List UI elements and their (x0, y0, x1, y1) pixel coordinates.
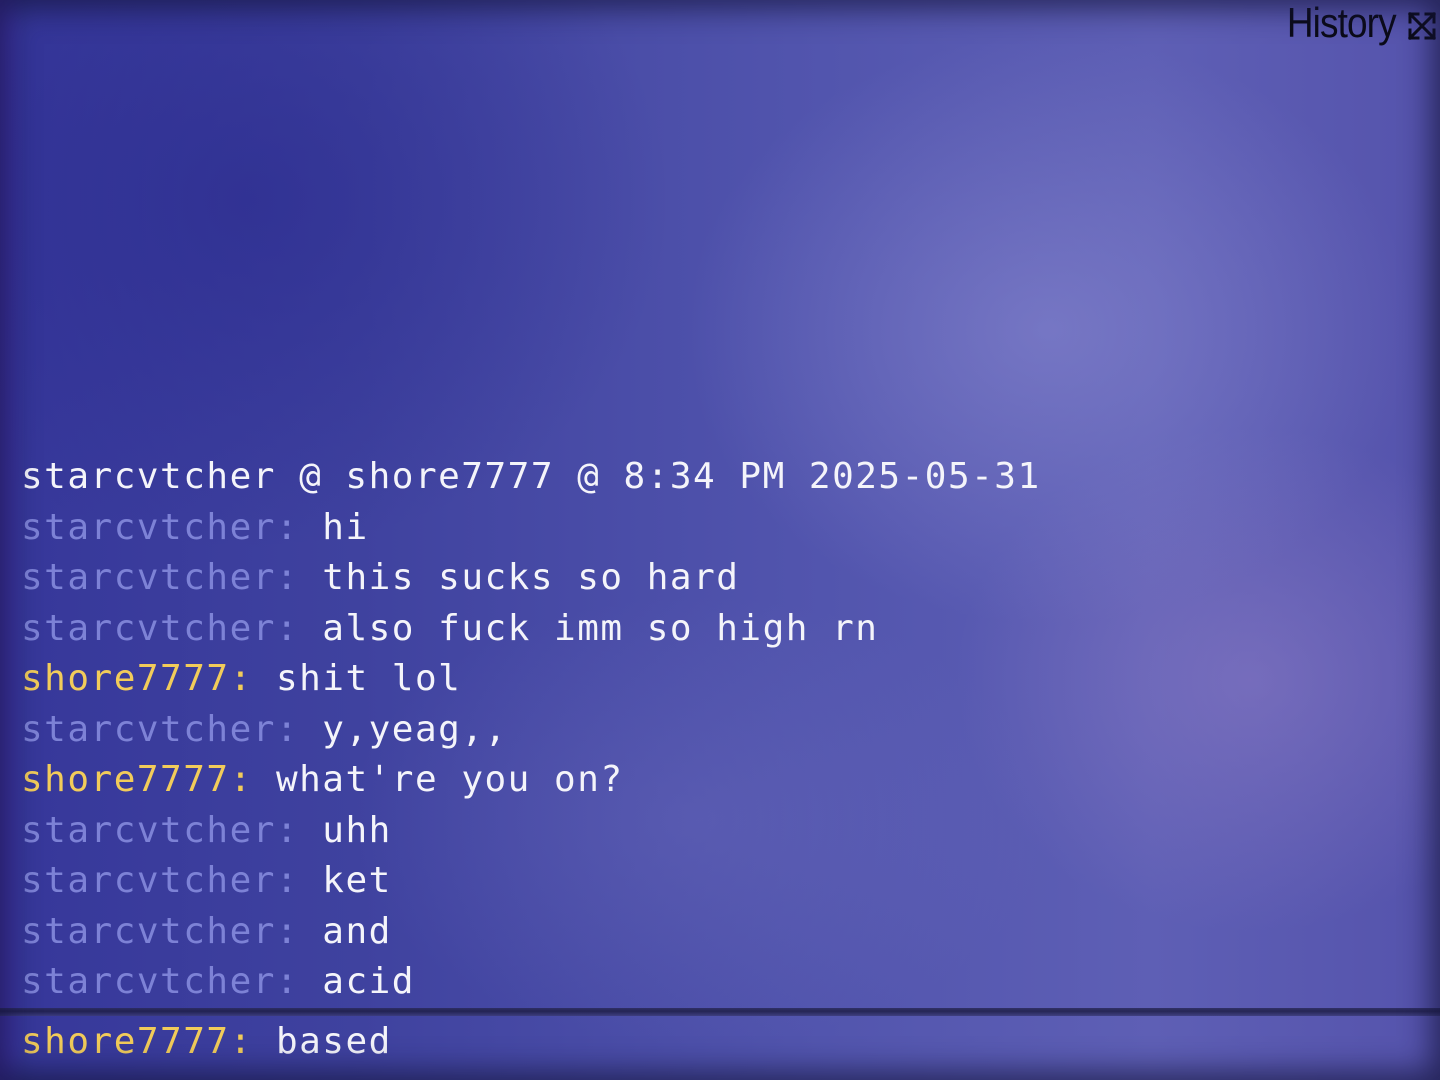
chat-message: starcvtcher: uhh (21, 806, 1420, 857)
message-text: what're you on? (275, 759, 624, 800)
chat-log: starcvtcher @ shore7777 @ 8:34 PM 2025-0… (21, 452, 1420, 1008)
message-username: starcvtcher: (21, 557, 300, 598)
message-text: ket (322, 860, 392, 901)
message-text: uhh (322, 809, 392, 851)
message-text: and (322, 910, 392, 952)
message-username: starcvtcher: (21, 607, 300, 649)
chat-input[interactable]: shore7777: based (21, 1016, 1420, 1068)
message-username: shore7777: (21, 658, 253, 699)
chat-message: starcvtcher: hi (21, 503, 1420, 554)
expand-icon[interactable] (1406, 10, 1438, 42)
chat-message: shore7777: shit lol (21, 654, 1420, 705)
chat-message: shore7777: what're you on? (21, 755, 1420, 806)
message-username: starcvtcher: (21, 809, 300, 851)
message-username: starcvtcher: (21, 910, 300, 952)
message-username: shore7777: (21, 759, 253, 800)
message-text: also fuck imm so high rn (322, 607, 879, 649)
chat-message: starcvtcher: and (21, 907, 1420, 958)
message-username: starcvtcher: (21, 961, 300, 1002)
message-username: starcvtcher: (21, 708, 300, 750)
input-username: shore7777: (21, 1021, 253, 1062)
message-username: starcvtcher: (21, 506, 300, 548)
chat-message: starcvtcher: also fuck imm so high rn (21, 604, 1420, 655)
message-username: starcvtcher: (21, 860, 300, 901)
message-text: y,yeag,, (322, 708, 508, 750)
message-text: hi (322, 506, 369, 548)
message-text: this sucks so hard (322, 557, 740, 598)
chat-message: starcvtcher: ket (21, 856, 1420, 907)
history-header: History (1272, 0, 1440, 46)
history-title: History (1287, 0, 1397, 46)
chat-message: starcvtcher: this sucks so hard (21, 553, 1420, 604)
session-header: starcvtcher @ shore7777 @ 8:34 PM 2025-0… (21, 456, 1041, 497)
input-text[interactable]: based (276, 1021, 392, 1062)
message-text: shit lol (275, 658, 462, 699)
input-divider (0, 1008, 1440, 1016)
chat-message: starcvtcher: y,yeag,, (21, 705, 1420, 756)
chat-message: starcvtcher: acid (21, 957, 1420, 1008)
message-text: acid (322, 961, 415, 1002)
